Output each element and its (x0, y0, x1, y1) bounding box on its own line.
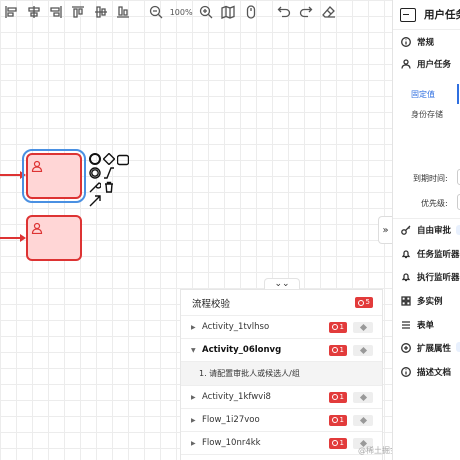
validation-row[interactable]: ▶ Flow_10nr4kk 1 (181, 432, 382, 455)
sequence-flow[interactable] (0, 237, 22, 239)
tab-identity-store[interactable]: 身份存储 (411, 109, 443, 120)
properties-panel: 用户任务 常规 用户任务 固定值 身份存储 到期时间: 优先级: 自由审批 任务… (392, 0, 460, 460)
section-user-task[interactable]: 用户任务 (393, 58, 451, 70)
info-icon (401, 37, 411, 47)
caret-right-icon: ▶ (191, 416, 196, 424)
caret-right-icon: ▶ (191, 393, 196, 401)
locate-icon[interactable] (353, 414, 373, 426)
tab-fixed-value[interactable]: 固定值 (411, 89, 435, 100)
bpmn-canvas[interactable]: 100% ⌄⌄ 流程校验 5 ▶ Activity_1tvlhso 1 ▼ Ac… (0, 0, 392, 460)
align-right-icon[interactable] (47, 2, 65, 22)
element-id: Activity_06lonvg (202, 345, 282, 355)
section-free-approval[interactable]: 自由审批 (393, 224, 451, 236)
connect-arrow-icon[interactable] (89, 192, 101, 207)
user-task-icon (400, 7, 416, 22)
element-id: Flow_10nr4kk (202, 438, 261, 448)
intermediate-event-icon[interactable] (89, 164, 101, 179)
watermark: @稀土掘金技术社区 (358, 446, 392, 455)
error-icon (331, 417, 338, 423)
key-icon (401, 225, 411, 235)
wrench-icon[interactable] (89, 178, 102, 193)
error-icon (331, 347, 338, 353)
validation-error-message: 1. 请配置审批人或候选人/组 (181, 362, 382, 386)
panel-header: 用户任务 (393, 0, 460, 30)
validation-panel: 流程校验 5 ▶ Activity_1tvlhso 1 ▼ Activity_0… (180, 289, 383, 460)
eraser-icon[interactable] (320, 2, 338, 22)
user-icon (31, 157, 43, 173)
redo-icon[interactable] (297, 2, 315, 22)
mouse-icon[interactable] (242, 2, 260, 22)
validation-row[interactable]: ▶ Activity_1tvlhso 1 (181, 316, 382, 339)
align-left-icon[interactable] (2, 2, 20, 22)
row-error-badge: 1 (328, 344, 347, 356)
section-execution-listener[interactable]: 执行监听器 (393, 271, 460, 283)
validation-row-expanded[interactable]: ▼ Activity_06lonvg 1 (181, 339, 382, 362)
align-center-icon[interactable] (24, 2, 42, 22)
caret-right-icon: ▶ (191, 439, 196, 447)
panel-title: 用户任务 (424, 9, 460, 21)
section-form[interactable]: 表单 (393, 319, 434, 331)
grid-icon (401, 296, 411, 306)
delete-icon[interactable] (103, 178, 115, 193)
map-icon[interactable] (219, 2, 237, 22)
section-general[interactable]: 常规 (393, 36, 434, 48)
sequence-flow[interactable] (0, 174, 22, 176)
caret-down-icon: ▼ (191, 346, 196, 354)
due-time-label: 到期时间: (413, 174, 448, 183)
error-icon (357, 299, 364, 306)
row-error-badge: 1 (328, 414, 347, 426)
bell-icon (401, 272, 411, 282)
align-bottom-icon[interactable] (114, 2, 132, 22)
locate-icon[interactable] (353, 391, 373, 403)
error-icon (331, 394, 338, 400)
validation-title: 流程校验 (192, 298, 231, 310)
element-id: Flow_1i27voo (202, 415, 260, 425)
zoom-in-icon[interactable] (197, 2, 215, 22)
row-error-badge: 1 (328, 391, 347, 403)
section-extension-properties[interactable]: 扩展属性 (393, 342, 451, 354)
gateway-icon[interactable] (102, 150, 116, 166)
bell-icon (401, 249, 411, 259)
priority-label: 优先级: (421, 199, 448, 208)
locate-icon[interactable] (353, 321, 373, 333)
list-icon (401, 320, 411, 330)
locate-icon[interactable] (353, 344, 373, 356)
align-top-icon[interactable] (69, 2, 87, 22)
task-icon[interactable] (116, 151, 130, 166)
section-task-listener[interactable]: 任务监听器 (393, 248, 460, 260)
validation-row[interactable]: ▶ Activity_1kfwvi8 1 (181, 386, 382, 409)
undo-icon[interactable] (275, 2, 293, 22)
user-icon (31, 219, 43, 235)
element-id: Activity_1tvlhso (202, 322, 270, 332)
section-description[interactable]: 描述文档 (393, 366, 451, 378)
end-event-icon[interactable] (89, 150, 101, 165)
row-error-badge: 1 (328, 321, 347, 333)
section-multi-instance[interactable]: 多实例 (393, 295, 443, 307)
status-pill (456, 342, 460, 352)
user-task-selected[interactable] (22, 149, 86, 203)
user-icon (401, 59, 411, 69)
tab-indicator (457, 84, 459, 104)
collapse-side-panel-button[interactable]: » (378, 216, 392, 244)
element-id: Activity_1kfwvi8 (202, 392, 271, 402)
error-icon (331, 324, 338, 330)
error-icon (331, 440, 338, 446)
info-icon (401, 367, 411, 377)
user-task[interactable] (26, 215, 82, 261)
zoom-out-icon[interactable] (147, 2, 165, 22)
error-count-badge: 5 (354, 297, 373, 308)
validation-header: 流程校验 5 (181, 290, 382, 316)
caret-right-icon: ▶ (191, 323, 196, 331)
plus-circle-icon (401, 343, 411, 353)
validation-row[interactable]: ▶ Flow_1i27voo 1 (181, 409, 382, 432)
text-annotation-icon[interactable] (103, 164, 115, 179)
zoom-level: 100% (169, 7, 193, 17)
divider (393, 218, 460, 219)
align-middle-icon[interactable] (91, 2, 109, 22)
canvas-toolbar: 100% (0, 0, 340, 24)
status-pill (456, 225, 460, 235)
row-error-badge: 1 (328, 437, 347, 449)
